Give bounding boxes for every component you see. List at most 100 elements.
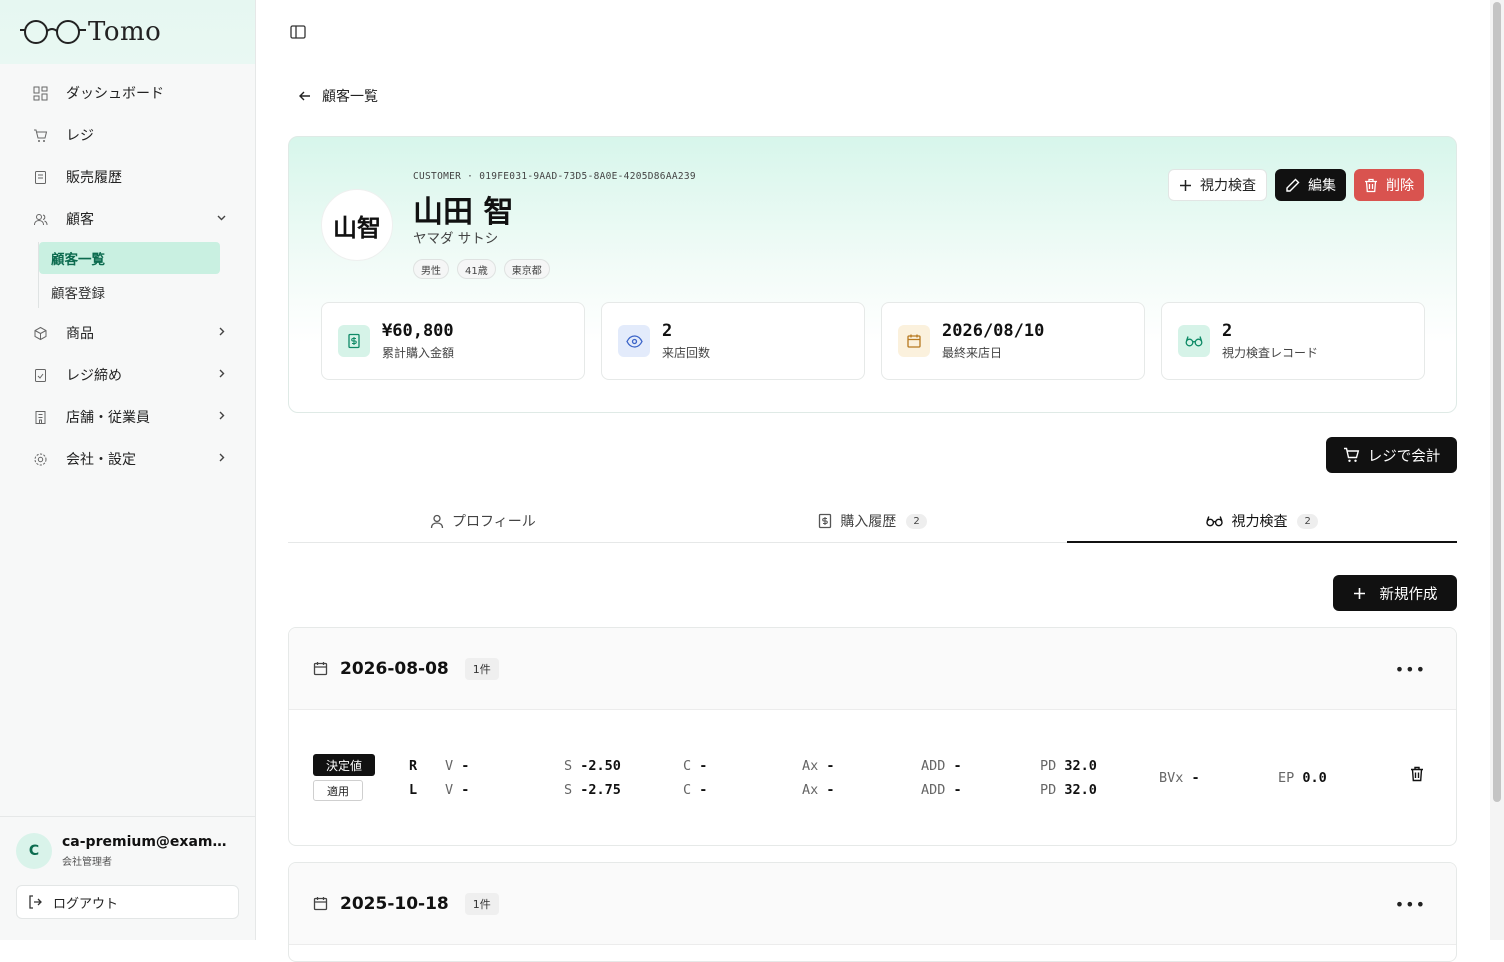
eye-test-record-card: 2026-08-08 1件 ••• 決定値 適用 R V - S -2.50 C… [288,627,1457,846]
rx-eye-r: R [409,758,418,774]
stat-label: 視力検査レコード [1222,346,1319,360]
back-link[interactable]: 顧客一覧 [298,86,378,106]
panel-toggle-icon [290,25,306,39]
sidebar-item-label: レジ締め [66,368,122,384]
rx-r-v: V - [445,758,470,774]
sidebar-item-stores-staff[interactable]: 店舗・従業員 [0,396,255,438]
sidebar-item-register-close[interactable]: レジ締め [0,354,255,396]
stat-eye-test-records: 2 視力検査レコード [1161,302,1425,380]
delete-record-button[interactable] [1410,766,1424,782]
rx-r-ax: Ax - [802,758,835,774]
tab-label: 視力検査 [1231,514,1288,530]
glasses-icon [1178,325,1210,357]
customer-stats: ¥60,800 累計購入金額 2 来店回数 2026/08/10 最終来店日 2 視力検… [321,302,1425,380]
sidebar-item-customers[interactable]: 顧客 [0,198,255,240]
badge-applied: 適用 [313,780,363,801]
rx-l-c: C - [683,782,708,798]
plus-icon [1353,587,1366,600]
stat-value: 2 [662,321,673,341]
edit-label: 編集 [1308,178,1336,194]
sidebar-item-sales-history[interactable]: 販売履歴 [0,156,255,198]
rx-l-add: ADD - [921,782,962,798]
stat-value: 2026/08/10 [942,321,1045,341]
customer-id: CUSTOMER · 019FE031-9AAD-73D5-8A0E-4205D… [413,171,696,182]
brand-name: Tomo [88,17,162,47]
tab-eye-test[interactable]: 視力検査 2 [1067,500,1457,543]
more-options-icon[interactable]: ••• [1395,660,1426,679]
glasses-logo-icon [20,18,86,46]
user-icon [430,514,444,529]
receipt-icon [32,169,48,185]
receipt-icon [338,325,370,357]
sidebar-subitem-customer-register[interactable]: 顧客登録 [39,276,220,308]
stat-label: 最終来店日 [942,346,1003,360]
arrow-left-icon [298,89,312,103]
logout-label: ログアウト [53,896,119,912]
rx-l-ax: Ax - [802,782,835,798]
customer-tags: 男性 41歳 東京都 [413,259,550,279]
rx-l-v: V - [445,782,470,798]
glasses-icon [1206,515,1224,527]
sidebar-item-register[interactable]: レジ [0,114,255,156]
customer-tabs: プロフィール 購入履歴 2 視力検査 2 [288,500,1457,543]
scrollbar[interactable] [1490,0,1504,940]
rx-r-s: S -2.50 [564,758,621,774]
trash-icon [1411,766,1423,782]
sidebar-item-products[interactable]: 商品 [0,312,255,354]
logout-icon [27,894,43,910]
scrollbar-thumb[interactable] [1493,2,1501,802]
record-header: 2026-08-08 1件 ••• [289,628,1456,710]
tag-age: 41歳 [457,259,496,279]
chevron-down-icon [216,212,227,227]
avatar: C [16,833,52,869]
customer-header-card: 山智 CUSTOMER · 019FE031-9AAD-73D5-8A0E-42… [288,136,1457,413]
tab-purchase-history[interactable]: 購入履歴 2 [678,500,1068,542]
sidebar-item-label: 会社・設定 [66,452,136,468]
record-date: 2025-10-18 [340,893,449,914]
brand-logo[interactable]: Tomo [0,0,255,64]
rx-l-s: S -2.75 [564,782,621,798]
stat-last-visit: 2026/08/10 最終来店日 [881,302,1145,380]
delete-button[interactable]: 削除 [1354,169,1424,201]
checkout-button[interactable]: レジで会計 [1326,437,1457,473]
chevron-right-icon [216,326,227,341]
new-label: 新規作成 [1379,586,1438,603]
rx-r-c: C - [683,758,708,774]
users-icon [32,211,48,227]
eye-test-record-card: 2025-10-18 1件 ••• [288,862,1457,962]
user-role: 会社管理者 [62,857,112,868]
sidebar-nav: ダッシュボード レジ 販売履歴 顧客 顧客一覧 顧客登録 商品 レジ締め 店舗・… [0,64,255,480]
customer-actions: 視力検査 編集 削除 [1168,169,1424,201]
new-eye-test-button[interactable]: 新規作成 [1333,575,1457,611]
pencil-icon [1285,178,1300,193]
tab-count: 2 [1297,513,1318,529]
sidebar-item-label: 販売履歴 [66,170,122,186]
more-options-icon[interactable]: ••• [1395,895,1426,914]
eye-test-button[interactable]: 視力検査 [1168,169,1267,201]
record-count: 1件 [464,657,499,680]
sidebar-item-label: 顧客 [66,212,94,228]
sidebar-subitem-customer-list[interactable]: 顧客一覧 [39,242,220,274]
edit-button[interactable]: 編集 [1275,169,1346,201]
tab-label: プロフィール [451,514,536,530]
user-info[interactable]: C ca-premium@example.com 会社管理者 [16,833,239,869]
register-close-icon [32,367,48,383]
record-count: 1件 [464,892,499,915]
package-icon [32,325,48,341]
logout-button[interactable]: ログアウト [16,885,239,919]
chevron-right-icon [216,368,227,383]
stat-value: 2 [1222,321,1233,341]
tab-profile[interactable]: プロフィール [288,500,678,542]
customer-avatar: 山智 [321,189,393,261]
sidebar-item-label: レジ [66,128,94,144]
record-date: 2026-08-08 [340,658,449,679]
checkout-label: レジで会計 [1367,448,1441,465]
sidebar-item-dashboard[interactable]: ダッシュボード [0,72,255,114]
receipt-icon [818,513,832,529]
eye-test-label: 視力検査 [1200,178,1256,194]
customer-name: 山田 智 [413,195,514,230]
tab-label: 購入履歴 [840,514,897,530]
sidebar-item-company-settings[interactable]: 会社・設定 [0,438,255,480]
customer-subnav: 顧客一覧 顧客登録 [38,242,255,308]
sidebar-toggle-button[interactable] [290,24,308,40]
